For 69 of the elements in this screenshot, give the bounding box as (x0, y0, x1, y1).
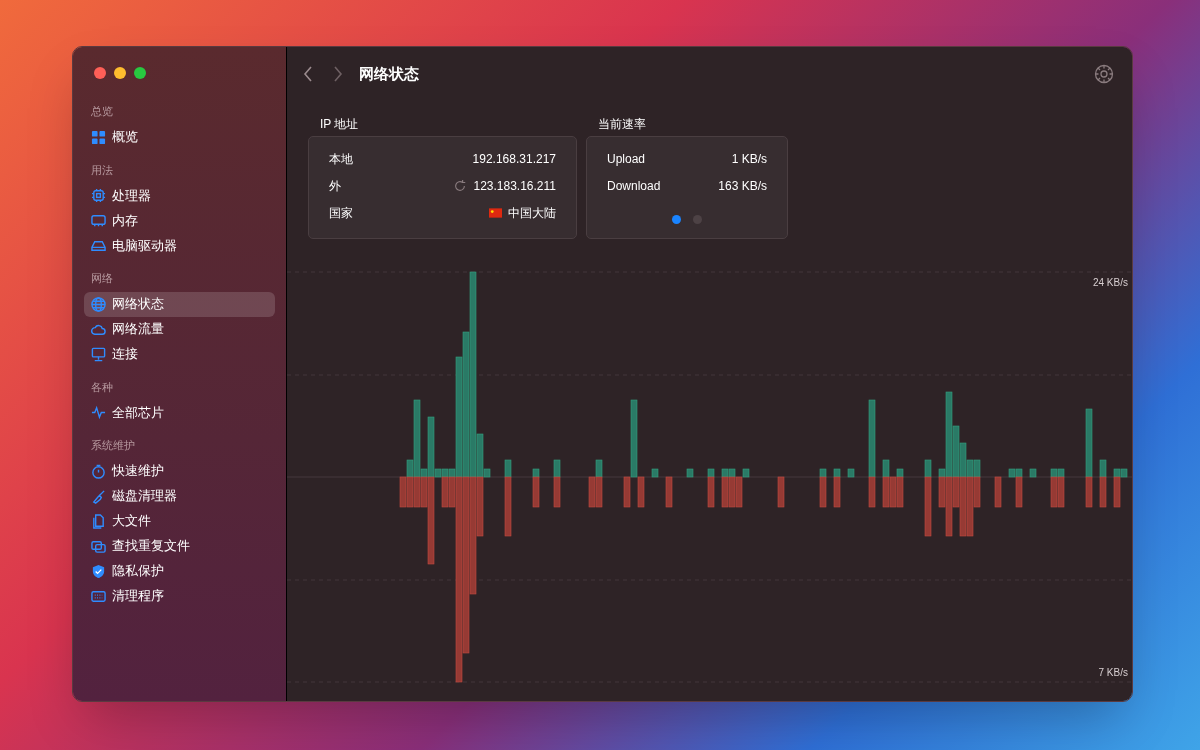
sidebar-item-label: 大文件 (112, 512, 151, 531)
brush-icon (91, 488, 106, 504)
stopwatch-icon (91, 463, 106, 479)
sidebar-item-label: 概览 (112, 128, 138, 147)
sidebar-item[interactable]: 连接 (84, 341, 275, 367)
grid-icon (91, 129, 106, 145)
row-label: Download (607, 177, 661, 195)
globe-icon (91, 296, 106, 312)
pulse-icon (91, 405, 106, 420)
keyboard-icon (91, 588, 106, 604)
memory-icon (91, 213, 106, 228)
section-heading: 总览 (90, 104, 114, 119)
sidebar-item[interactable]: 磁盘清理器 (84, 483, 275, 509)
monitor-icon (91, 346, 106, 362)
row-label: Upload (607, 150, 646, 168)
sidebar-item-label: 查找重复文件 (112, 537, 190, 556)
sidebar-item-label: 处理器 (112, 186, 151, 205)
documents-icon (91, 513, 106, 529)
sidebar-item-label: 磁盘清理器 (112, 487, 177, 506)
refresh-icon[interactable] (453, 178, 468, 193)
card-heading: IP 地址 (319, 116, 360, 133)
flag-icon (489, 207, 502, 218)
sidebar-item-label: 电脑驱动器 (112, 236, 177, 255)
sidebar-item[interactable]: 大文件 (84, 508, 275, 534)
sidebar-item[interactable]: 全部芯片 (84, 400, 275, 425)
settings-icon[interactable] (1094, 64, 1114, 84)
sidebar-item[interactable]: 处理器 (84, 183, 275, 208)
sidebar-item-label: 内存 (112, 211, 138, 230)
section-heading: 用法 (90, 162, 114, 178)
row-label: 外 (329, 177, 341, 195)
close-window-button[interactable] (94, 67, 106, 79)
section-heading: 系统维护 (90, 438, 136, 453)
back-chevron-icon[interactable] (303, 66, 313, 82)
sidebar-item[interactable]: 查找重复文件 (84, 533, 275, 559)
sidebar-item[interactable]: 清理程序 (84, 583, 275, 609)
minimize-window-button[interactable] (114, 67, 126, 79)
section-heading: 网络 (90, 271, 114, 286)
sidebar-item-label: 连接 (112, 345, 138, 364)
drive-icon (91, 238, 106, 253)
axis-max-label: 24 KB/s (1092, 276, 1128, 290)
sidebar-item[interactable]: 内存 (84, 208, 275, 233)
sidebar-item[interactable]: 电脑驱动器 (84, 233, 275, 258)
sidebar-item-label: 清理程序 (112, 587, 164, 606)
sidebar-item[interactable]: 网络状态 (84, 291, 275, 317)
zoom-window-button[interactable] (134, 67, 146, 79)
row-value: 123.183.16.211 (473, 177, 556, 195)
sidebar-item-label: 网络状态 (112, 295, 164, 314)
sidebar-item-label: 隐私保护 (112, 562, 164, 581)
row-value: 1 KB/s (731, 150, 767, 168)
windows-icon (91, 538, 106, 554)
row-value: 中国大陆 (508, 204, 556, 222)
row-value: 192.168.31.217 (472, 150, 556, 168)
shield-icon (91, 563, 106, 579)
page-title: 网络状态 (359, 63, 419, 84)
sidebar-item-label: 快速维护 (112, 462, 164, 481)
chip-icon (91, 188, 106, 203)
sidebar-item[interactable]: 概览 (84, 124, 275, 150)
sidebar-item-label: 全部芯片 (112, 403, 164, 422)
sidebar-item[interactable]: 网络流量 (84, 316, 275, 342)
section-heading: 各种 (90, 379, 114, 395)
row-value: 163 KB/s (718, 177, 767, 195)
sidebar-item[interactable]: 隐私保护 (84, 558, 275, 584)
forward-chevron-icon[interactable] (333, 66, 343, 82)
row-label: 国家 (329, 204, 353, 222)
row-label: 本地 (329, 150, 353, 168)
axis-min-label: 7 KB/s (1098, 666, 1128, 680)
card-heading: 当前速率 (597, 116, 647, 133)
sidebar-item[interactable]: 快速维护 (84, 458, 275, 484)
sidebar-item-label: 网络流量 (112, 320, 164, 339)
